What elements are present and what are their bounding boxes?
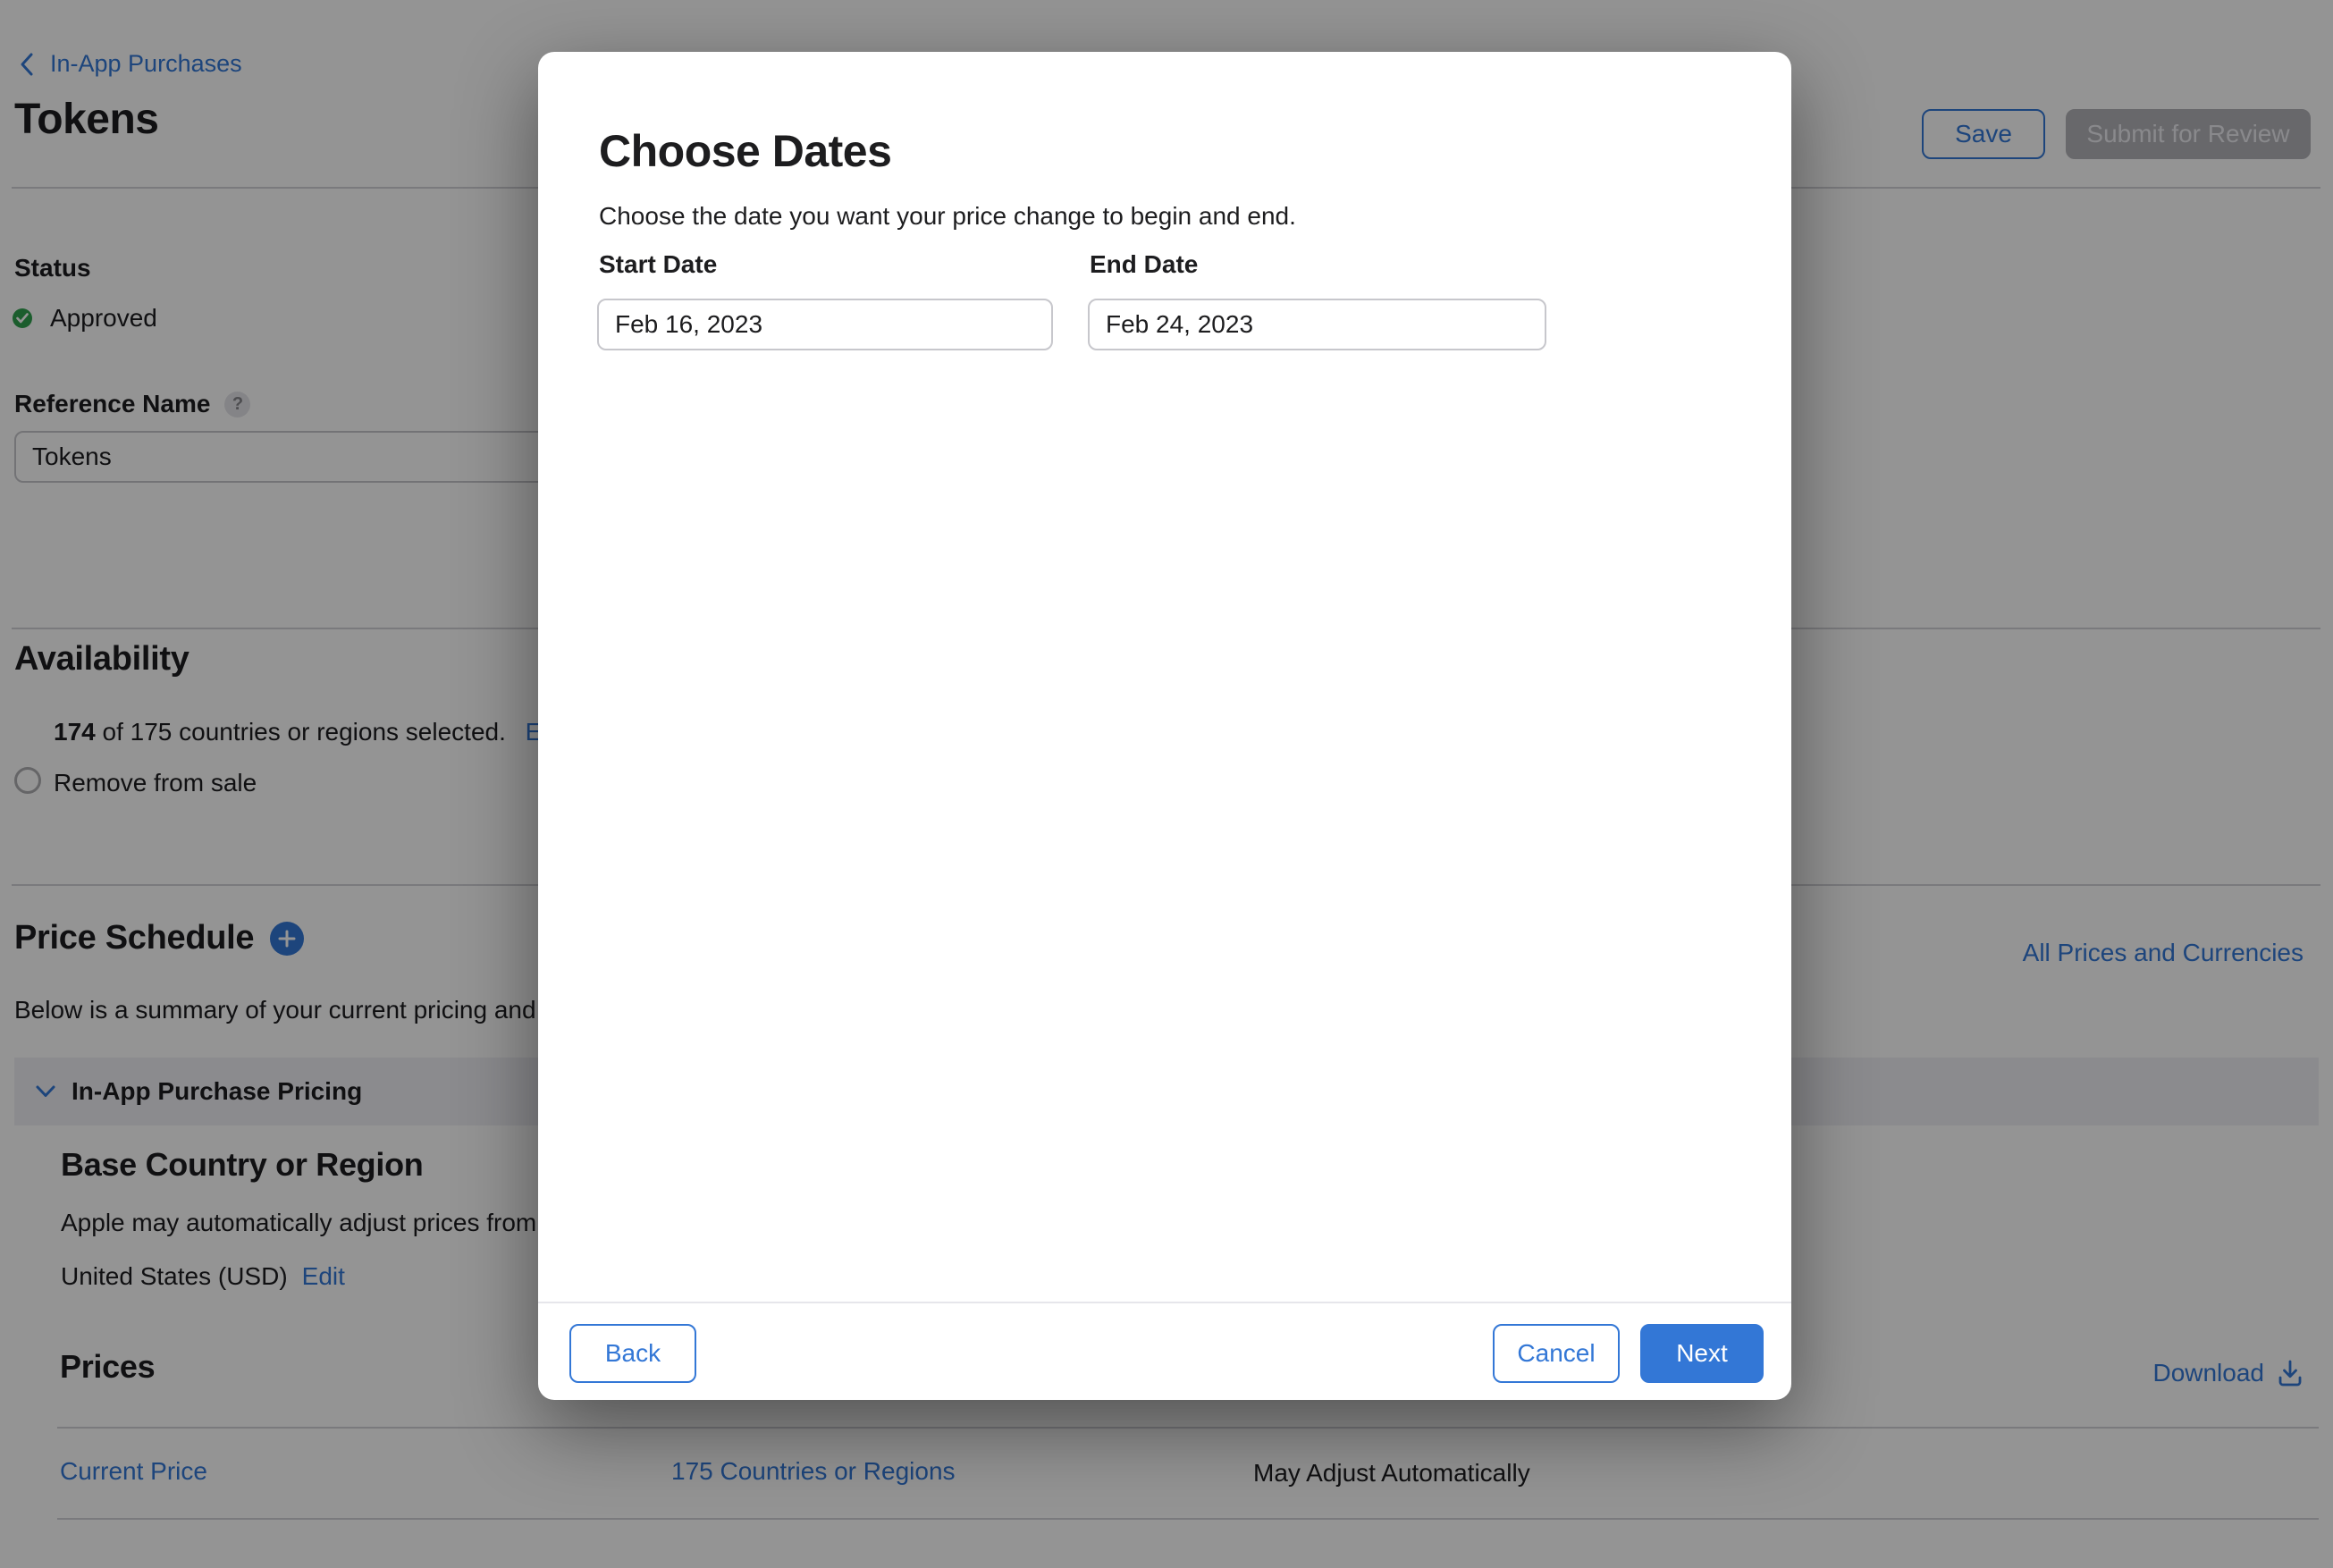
end-date-input[interactable]: [1088, 299, 1546, 350]
start-date-input[interactable]: [597, 299, 1053, 350]
dialog-title: Choose Dates: [599, 125, 891, 177]
choose-dates-dialog: Choose Dates Choose the date you want yo…: [538, 52, 1791, 1400]
cancel-button[interactable]: Cancel: [1493, 1324, 1620, 1383]
dialog-description: Choose the date you want your price chan…: [599, 202, 1296, 231]
end-date-label: End Date: [1090, 250, 1198, 279]
start-date-label: Start Date: [599, 250, 717, 279]
back-button[interactable]: Back: [569, 1324, 696, 1383]
app-store-connect-screen: In-App Purchases Tokens Save Submit for …: [0, 0, 2333, 1568]
next-button[interactable]: Next: [1640, 1324, 1764, 1383]
dialog-footer: Back Cancel Next: [538, 1302, 1791, 1400]
